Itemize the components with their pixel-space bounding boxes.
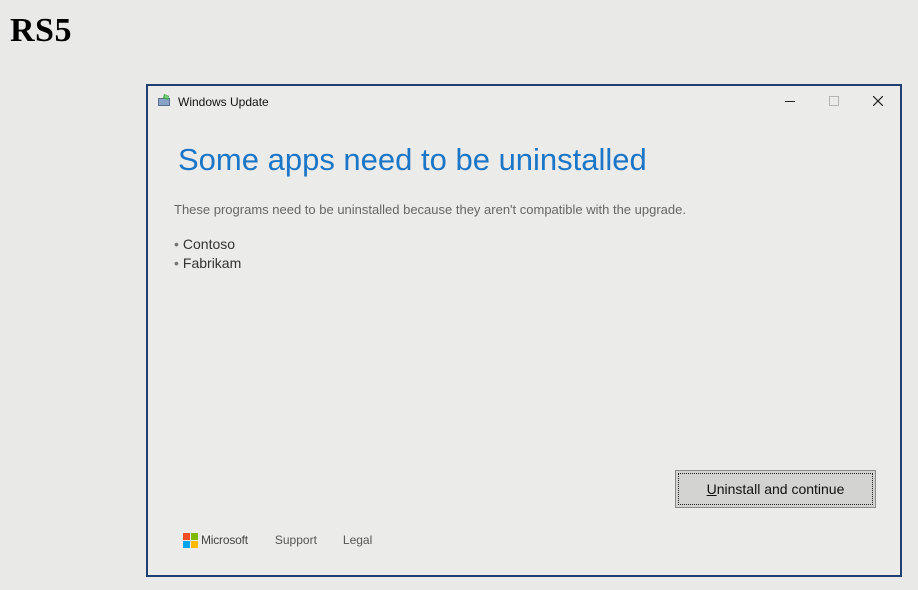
microsoft-logo-icon [183,532,198,548]
list-item: • Contoso [174,235,241,254]
window-title: Windows Update [178,95,269,109]
title-bar: Windows Update [148,86,900,116]
minimize-icon [785,101,795,102]
close-icon [873,96,883,106]
bullet: • [174,255,179,271]
footer: Microsoft Support Legal [183,532,398,548]
list-item: • Fabrikam [174,254,241,273]
windows-update-app-icon [158,94,170,106]
microsoft-brand: Microsoft [201,533,248,547]
incompatible-app-list: • Contoso • Fabrikam [174,235,241,273]
bullet: • [174,236,179,252]
uninstall-and-continue-button[interactable]: Uninstall and continue [675,470,876,508]
button-accelerator: U [706,481,717,497]
slide-label: RS5 [10,12,72,49]
windows-update-dialog: Windows Update Some apps need to be unin… [146,84,902,577]
maximize-icon [829,96,839,106]
app-name: Fabrikam [182,255,242,271]
page-title: Some apps need to be uninstalled [178,142,647,177]
close-button[interactable] [856,86,900,116]
app-name: Contoso [182,236,236,252]
minimize-button[interactable] [768,86,812,116]
legal-link[interactable]: Legal [343,533,372,547]
maximize-button[interactable] [812,86,856,116]
support-link[interactable]: Support [275,533,317,547]
description-text: These programs need to be uninstalled be… [174,202,686,217]
button-label: ninstall and continue [716,481,845,497]
